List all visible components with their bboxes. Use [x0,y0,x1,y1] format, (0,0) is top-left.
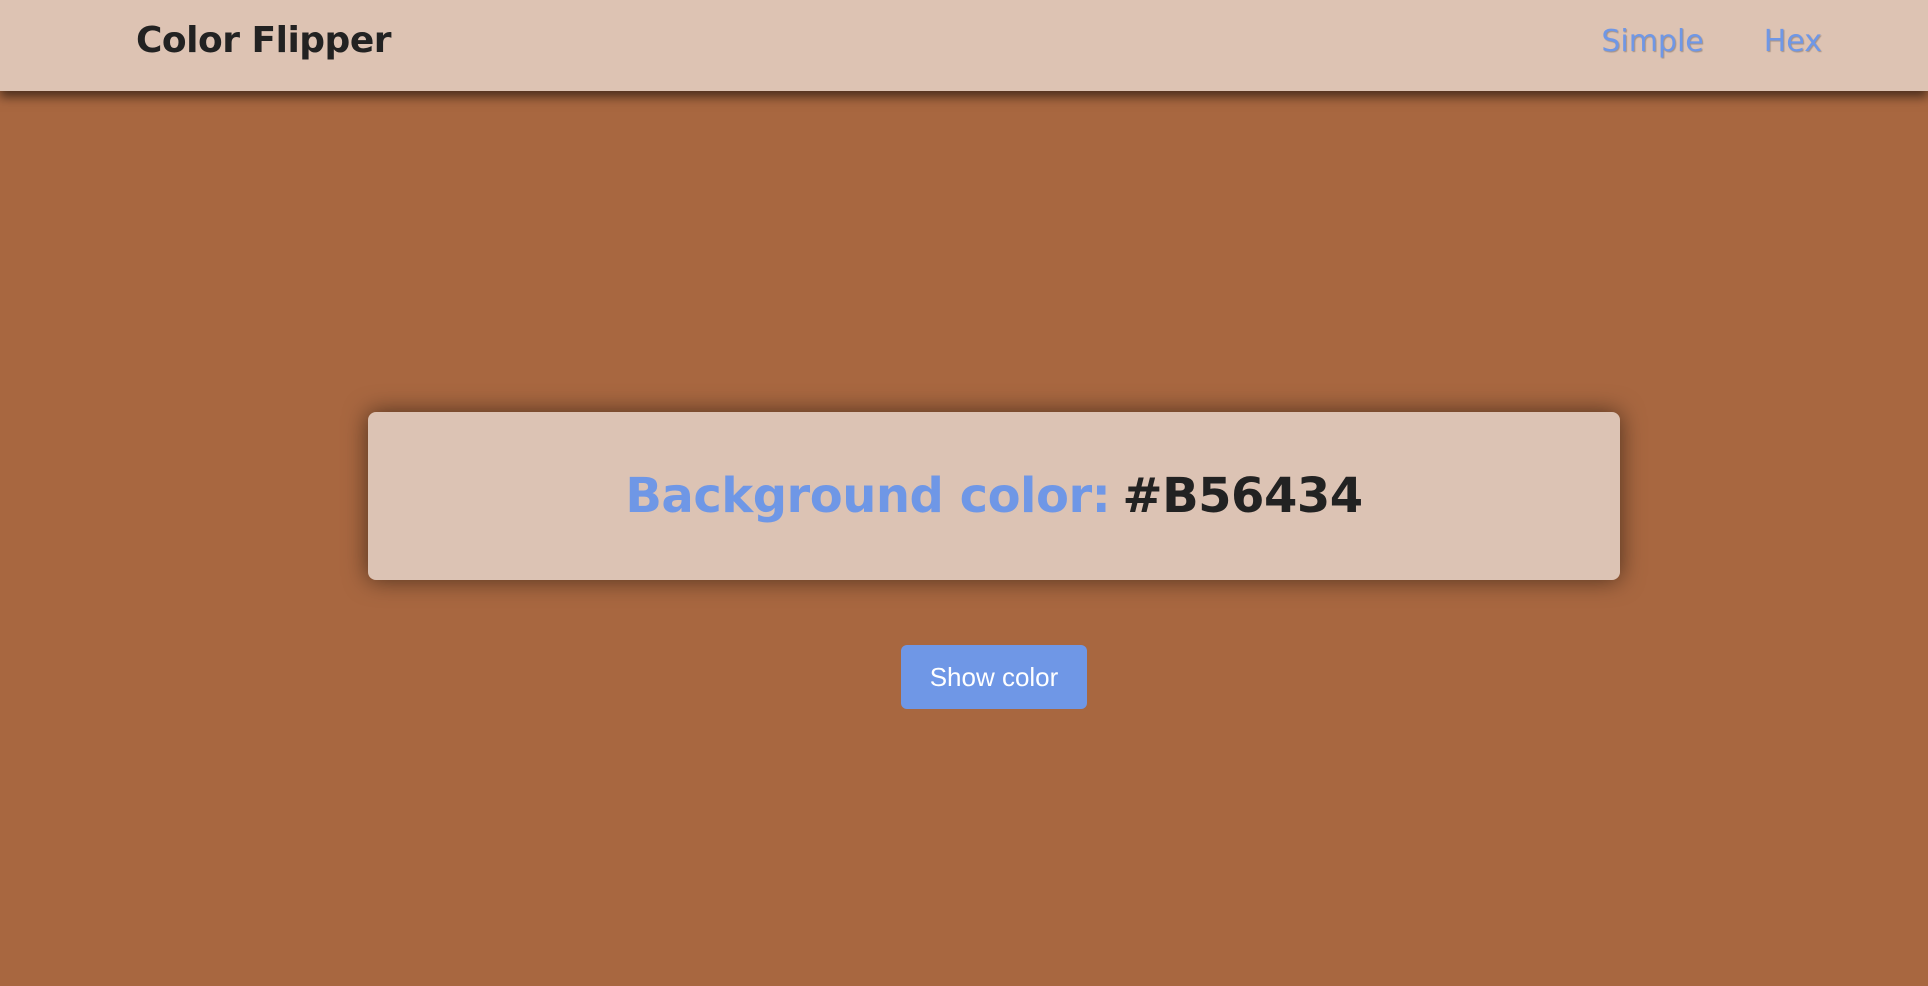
brand-title: Color Flipper [136,20,392,61]
nav-link-simple[interactable]: Simple [1601,24,1703,59]
navbar: Color Flipper Simple Hex [0,0,1928,91]
background-color-value: #B56434 [1122,468,1363,524]
color-display-heading: Background color: #B56434 [625,468,1363,524]
background-color-label: Background color: [625,468,1111,524]
nav-links: Simple Hex [1601,24,1822,59]
nav-link-hex[interactable]: Hex [1764,24,1822,59]
color-display-panel: Background color: #B56434 [368,412,1620,580]
show-color-button[interactable]: Show color [901,645,1087,709]
